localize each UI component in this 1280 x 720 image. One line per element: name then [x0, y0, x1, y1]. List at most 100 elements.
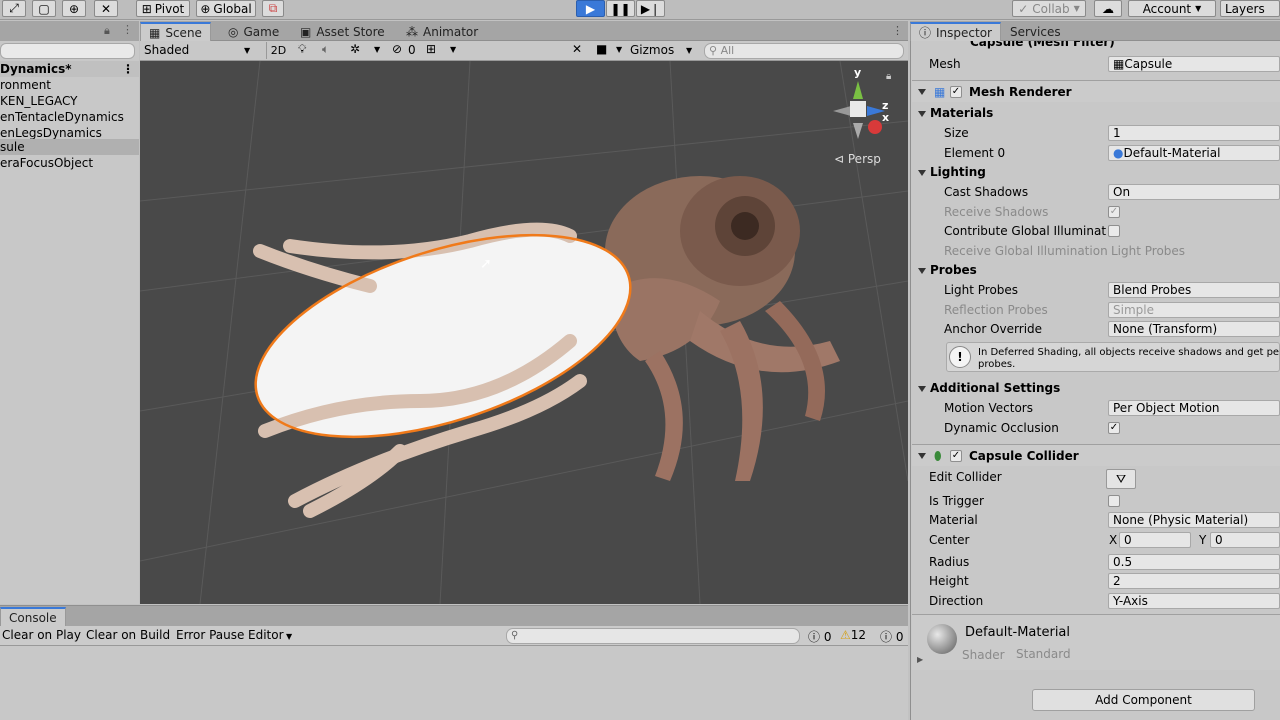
effects-icon[interactable]: ✲	[350, 42, 360, 56]
materials-header[interactable]: Materials	[912, 104, 1280, 123]
list-item[interactable]: ronment	[0, 77, 139, 93]
scene-menu-icon[interactable]: ⋮	[122, 61, 134, 77]
clear-on-play-toggle[interactable]: Clear on Play	[2, 628, 81, 642]
snap-icon[interactable]: ⧉	[262, 0, 284, 17]
edit-collider-icon: ⛛	[1115, 472, 1127, 486]
receive-shadows-checkbox[interactable]: ✓	[1108, 206, 1120, 218]
size-field[interactable]: 1	[1108, 125, 1280, 141]
scene-search-input[interactable]: ⚲ All	[704, 43, 904, 59]
list-item[interactable]: enTentacleDynamics	[0, 109, 139, 125]
rect-transform-icon[interactable]: ▢	[32, 0, 56, 17]
error-icon: ⓘ	[880, 630, 893, 644]
global-toggle[interactable]: ⊕ Global	[196, 0, 256, 17]
gizmos-dropdown[interactable]: Gizmos ▼	[630, 42, 696, 59]
play-button[interactable]: ▶	[576, 0, 605, 17]
anchor-override-field[interactable]: None (Transform)	[1108, 321, 1280, 337]
camera-icon[interactable]: ■	[596, 42, 607, 56]
direction-dropdown[interactable]: Y-Axis	[1108, 593, 1280, 609]
custom-tool-icon[interactable]: ✕	[94, 0, 118, 17]
tab-animator[interactable]: ⁂ Animator	[398, 22, 486, 41]
center-x-field[interactable]: 0	[1119, 532, 1191, 548]
cast-shadows-dropdown[interactable]: On	[1108, 184, 1280, 200]
shading-dropdown[interactable]: Shaded ▼	[144, 42, 254, 59]
radius-field[interactable]: 0.5	[1108, 554, 1280, 570]
error-filter[interactable]: ⓘ 0	[880, 628, 903, 645]
tools-icon[interactable]: ✕	[572, 42, 582, 56]
physic-material-field[interactable]: None (Physic Material)	[1108, 512, 1280, 528]
console-search-input[interactable]: ⚲	[506, 628, 800, 644]
chevron-down-icon[interactable]: ▼	[616, 45, 622, 54]
grid-toggle-icon[interactable]: ⊞	[426, 42, 436, 56]
cloud-icon[interactable]: ☁	[1094, 0, 1122, 17]
collapse-arrow-icon	[918, 268, 926, 274]
edit-collider-button[interactable]: ⛛	[1106, 469, 1136, 489]
lighting-icon[interactable]: 💡︎	[298, 42, 306, 57]
list-item-selected[interactable]: sule	[0, 139, 139, 155]
account-dropdown[interactable]: Account ▼	[1128, 0, 1216, 17]
axis-z-label: z	[882, 99, 889, 112]
enabled-checkbox[interactable]: ✓	[950, 86, 962, 98]
scene-viewport[interactable]: y x z 🔒︎ ⊲ Persp ➚	[140, 61, 908, 604]
expand-arrow-icon[interactable]: ▶	[917, 655, 923, 664]
tab-asset-store[interactable]: ▣ Asset Store	[292, 22, 393, 41]
persp-icon: ⊲	[834, 152, 848, 166]
animator-icon: ⁂	[406, 24, 418, 39]
collab-dropdown[interactable]: ✓ Collab ▼	[1012, 0, 1086, 17]
audio-icon[interactable]: 🔈︎	[322, 42, 329, 57]
info-filter[interactable]: ⓘ 0	[808, 628, 831, 645]
hierarchy-search-input[interactable]	[0, 43, 135, 59]
tab-console[interactable]: Console	[0, 607, 66, 626]
tab-inspector[interactable]: ⓘ Inspector	[910, 22, 1001, 41]
pause-button[interactable]: ❚❚	[606, 0, 635, 17]
reflection-probes-dropdown[interactable]: Simple	[1108, 302, 1280, 318]
tab-game[interactable]: ◎ Game	[220, 22, 287, 41]
visibility-icon[interactable]: ⊘	[392, 42, 402, 56]
mesh-icon: ▦	[1113, 57, 1125, 71]
tab-scene[interactable]: ▦ Scene	[140, 22, 211, 41]
step-button[interactable]: ▶❘	[636, 0, 665, 17]
enabled-checkbox[interactable]: ✓	[950, 450, 962, 462]
dynamic-occlusion-checkbox[interactable]: ✓	[1108, 422, 1120, 434]
toggle-2d-button[interactable]: 2D	[266, 42, 290, 59]
additional-settings-header[interactable]: Additional Settings	[912, 379, 1280, 398]
direction-row: Direction Y-Axis	[912, 592, 1280, 611]
lock-icon[interactable]: 🔒︎	[104, 24, 110, 38]
mesh-renderer-header[interactable]: ▦ ✓ Mesh Renderer	[912, 80, 1280, 102]
pivot-toggle[interactable]: ⊞ Pivot	[136, 0, 190, 17]
editor-dropdown[interactable]: Editor ▼	[248, 628, 292, 642]
lock-icon[interactable]: 🔒︎	[886, 71, 891, 82]
console-panel: Console Clear on Play Clear on Build Err…	[0, 605, 908, 720]
material-preview-section[interactable]: Default-Material Shader Standard ▶	[912, 614, 1280, 670]
scene-root[interactable]: Dynamics* ⋮	[0, 61, 139, 77]
mesh-filter-header[interactable]: Capsule (Mesh Filter)	[912, 41, 1280, 51]
rect-tool-icon[interactable]: ⤢	[2, 0, 26, 17]
projection-label[interactable]: ⊲ Persp	[834, 152, 881, 166]
error-pause-toggle[interactable]: Error Pause	[176, 628, 244, 642]
transform-tool-icon[interactable]: ⊕	[62, 0, 86, 17]
reflection-probes-row: Reflection Probes Simple	[912, 301, 1280, 320]
is-trigger-checkbox[interactable]	[1108, 495, 1120, 507]
clear-on-build-toggle[interactable]: Clear on Build	[86, 628, 170, 642]
list-item[interactable]: KEN_LEGACY	[0, 93, 139, 109]
motion-vectors-dropdown[interactable]: Per Object Motion	[1108, 400, 1280, 416]
add-component-button[interactable]: Add Component	[1032, 689, 1255, 711]
mesh-field[interactable]: ▦Capsule	[1108, 56, 1280, 72]
tab-services[interactable]: Services	[1002, 22, 1069, 41]
contribute-gi-checkbox[interactable]	[1108, 225, 1120, 237]
layers-dropdown[interactable]: Layers	[1220, 0, 1280, 17]
chevron-down-icon[interactable]: ▼	[450, 45, 456, 54]
orientation-gizmo[interactable]	[833, 81, 885, 139]
light-probes-dropdown[interactable]: Blend Probes	[1108, 282, 1280, 298]
capsule-collider-header[interactable]: ⬮ ✓ Capsule Collider	[912, 444, 1280, 466]
warning-filter[interactable]: ⚠12	[840, 628, 866, 642]
center-y-field[interactable]: 0	[1210, 532, 1280, 548]
probes-header[interactable]: Probes	[912, 261, 1280, 280]
menu-icon[interactable]: ⋮	[122, 23, 133, 36]
list-item[interactable]: eraFocusObject	[0, 155, 139, 171]
chevron-down-icon[interactable]: ▼	[374, 45, 380, 54]
height-field[interactable]: 2	[1108, 573, 1280, 589]
mouse-cursor-icon: ➚	[480, 256, 492, 272]
element0-field[interactable]: ●Default-Material	[1108, 145, 1280, 161]
menu-icon[interactable]: ⋮	[892, 24, 903, 37]
lighting-header[interactable]: Lighting	[912, 163, 1280, 182]
